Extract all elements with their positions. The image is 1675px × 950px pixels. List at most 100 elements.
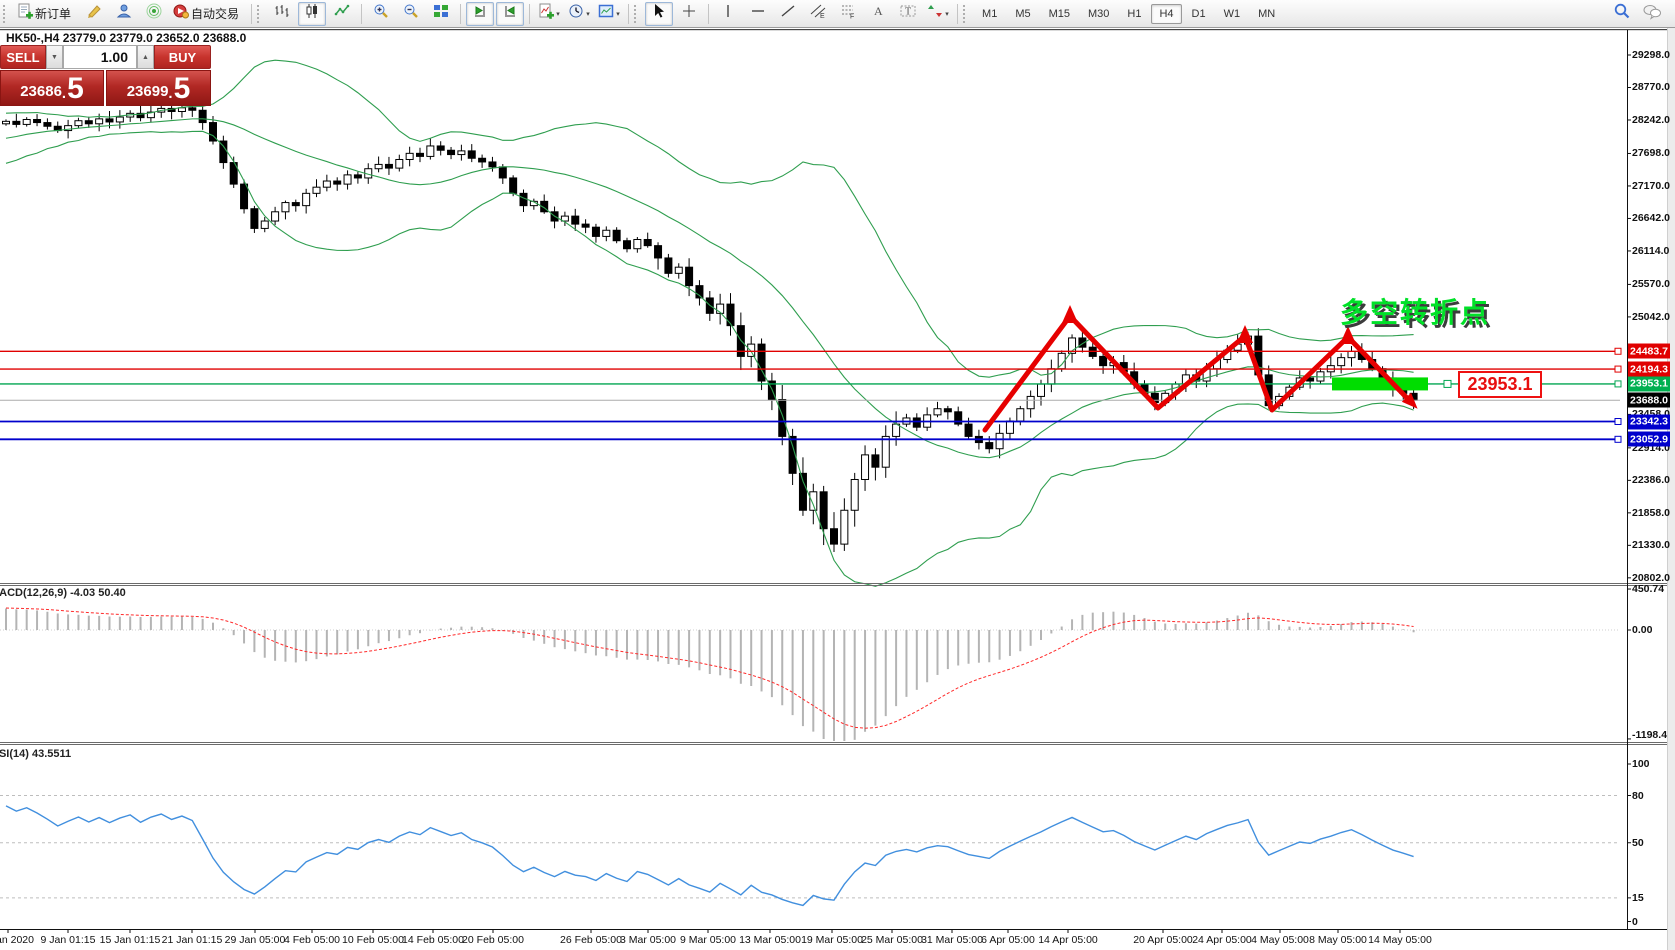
toolbar-grip <box>963 5 970 23</box>
indicators-button[interactable]: ▾ <box>535 2 563 26</box>
candle-body <box>944 409 951 412</box>
timeframe-h4[interactable]: H4 <box>1151 4 1181 24</box>
periods-button[interactable]: ▾ <box>565 2 593 26</box>
price-callout-box[interactable]: 23953.1 <box>1458 371 1542 398</box>
signal-icon <box>146 3 162 24</box>
price-axis-label: 21858.0 <box>1632 507 1670 519</box>
timeframe-d1[interactable]: D1 <box>1184 4 1214 24</box>
crosshair-button[interactable] <box>675 2 703 26</box>
toolbar-separator <box>251 4 252 24</box>
buy-price-display[interactable]: 23699.5 <box>106 70 211 106</box>
line-chart-button[interactable] <box>328 2 356 26</box>
vertical-line-button[interactable] <box>714 2 742 26</box>
chart-shift-button[interactable] <box>466 2 494 26</box>
price-axis-label: 29298.0 <box>1632 49 1670 61</box>
callout-anchor-marker <box>1444 380 1451 387</box>
chart-text-annotation[interactable]: 多空转折点 <box>1340 291 1520 331</box>
chart-canvas[interactable] <box>0 0 1675 950</box>
time-axis-label: 25 Mar 05:00 <box>861 934 923 946</box>
rsi-axis-label: 0 <box>1632 916 1638 928</box>
svg-text:E: E <box>820 13 825 19</box>
price-tag: 23342.3 <box>1628 414 1670 429</box>
price-tag: 23688.0 <box>1628 393 1670 408</box>
candle-body <box>520 193 527 205</box>
text-label-button[interactable]: T <box>894 2 922 26</box>
horizontal-line-button[interactable] <box>744 2 772 26</box>
time-axis-label: 4 Feb 05:00 <box>284 934 340 946</box>
sell-price-display[interactable]: 23686.5 <box>0 70 104 106</box>
candle-body <box>334 181 341 184</box>
profile-button[interactable] <box>110 2 138 26</box>
buy-button[interactable]: BUY <box>154 45 211 69</box>
auto-scroll-button[interactable] <box>496 2 524 26</box>
candle-body <box>406 153 413 159</box>
bar-chart-button[interactable] <box>268 2 296 26</box>
trading-terminal: { "toolbar": { "new_order_label": "新订单",… <box>0 0 1675 950</box>
equidistant-channel-button[interactable]: E <box>804 2 832 26</box>
time-axis-label: 10 Feb 05:00 <box>342 934 404 946</box>
rsi-line <box>6 806 1414 906</box>
time-axis-label: 20 Apr 05:00 <box>1133 934 1193 946</box>
vertical-line-icon <box>721 3 735 24</box>
timeframe-mn[interactable]: MN <box>1250 4 1283 24</box>
rsi-axis-label: 15 <box>1632 892 1644 904</box>
arrows-button[interactable]: ▾ <box>924 2 952 26</box>
time-axis-label: 26 Feb 05:00 <box>560 934 622 946</box>
zoom-in-button[interactable] <box>367 2 395 26</box>
indicators-icon <box>538 3 554 24</box>
fibonacci-button[interactable]: F <box>834 2 862 26</box>
price-axis-label: 21330.0 <box>1632 539 1670 551</box>
svg-text:A: A <box>874 4 883 18</box>
tile-windows-button[interactable] <box>427 2 455 26</box>
chevron-down-icon: ▾ <box>586 10 590 18</box>
toolbar-separator <box>460 4 461 24</box>
macd-indicator-label: MACD(12,26,9) -4.03 50.40 <box>0 587 126 599</box>
candle-body <box>96 119 103 124</box>
cursor-button[interactable] <box>645 2 673 26</box>
sell-button[interactable]: SELL <box>0 45 46 69</box>
time-axis-label: 14 Apr 05:00 <box>1038 934 1098 946</box>
signal-button[interactable] <box>140 2 168 26</box>
volume-input[interactable]: 1.00 <box>63 45 137 69</box>
price-axis-label: 27698.0 <box>1632 147 1670 159</box>
toolbar-separator <box>708 4 709 24</box>
candle-body <box>292 203 299 206</box>
toolbar-separator <box>628 4 629 24</box>
candle-body <box>323 181 330 187</box>
timeframe-m5[interactable]: M5 <box>1007 4 1038 24</box>
support-zone-bar[interactable] <box>1332 377 1428 390</box>
trendline-button[interactable] <box>774 2 802 26</box>
candle-body <box>448 150 455 154</box>
text-button[interactable]: A <box>864 2 892 26</box>
line-anchor-marker <box>1615 366 1621 372</box>
timeframe-h1[interactable]: H1 <box>1119 4 1149 24</box>
timeframe-w1[interactable]: W1 <box>1216 4 1249 24</box>
candle-body <box>189 108 196 110</box>
line-anchor-marker <box>1615 436 1621 442</box>
price-axis-label: 26642.0 <box>1632 212 1670 224</box>
timeframe-m1[interactable]: M1 <box>974 4 1005 24</box>
volume-decrease-button[interactable]: ▼ <box>46 45 63 69</box>
crayon-button[interactable] <box>80 2 108 26</box>
line-anchor-marker <box>1615 381 1621 387</box>
toolbar-grip <box>3 5 10 23</box>
candle-body <box>261 221 268 228</box>
price-tag: 23953.1 <box>1628 376 1670 391</box>
window-edge-strip[interactable] <box>1667 28 1675 950</box>
candle-body <box>510 178 517 193</box>
search-button[interactable] <box>1608 2 1636 26</box>
candle-body <box>23 119 30 124</box>
macd-axis-label: 0.00 <box>1632 624 1652 636</box>
candle-chart-button[interactable] <box>298 2 326 26</box>
timeframe-m30[interactable]: M30 <box>1080 4 1117 24</box>
candle-body <box>934 409 941 415</box>
bollinger-lower <box>6 131 1414 586</box>
zoom-out-button[interactable] <box>397 2 425 26</box>
volume-increase-button[interactable]: ▲ <box>137 45 154 69</box>
chart-ohlc-title: HK50-,H4 23779.0 23779.0 23652.0 23688.0 <box>6 31 246 45</box>
chat-button[interactable] <box>1638 2 1666 26</box>
templates-button[interactable]: ▾ <box>595 2 623 26</box>
timeframe-m15[interactable]: M15 <box>1041 4 1078 24</box>
new-order-button[interactable]: 新订单 <box>14 2 78 26</box>
auto-trading-button[interactable]: 自动交易 <box>170 2 246 26</box>
